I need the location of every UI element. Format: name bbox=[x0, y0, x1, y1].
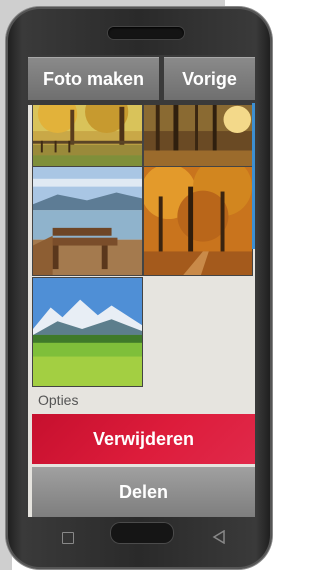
options-heading: Opties bbox=[38, 392, 79, 408]
alpine-meadow-photo[interactable] bbox=[32, 277, 143, 387]
screen: Foto maken Vorige Opties Verwijderen Del… bbox=[28, 55, 255, 517]
autumn-park-photo[interactable] bbox=[32, 101, 143, 167]
lake-bench-image bbox=[33, 167, 142, 275]
lake-bench-photo[interactable] bbox=[32, 166, 143, 276]
forest-sunbeams-image bbox=[144, 102, 252, 166]
autumn-park-image bbox=[33, 102, 142, 166]
autumn-forest-image bbox=[144, 167, 252, 275]
navigation-bar bbox=[28, 518, 255, 558]
square-icon[interactable] bbox=[62, 532, 74, 544]
delete-button[interactable]: Verwijderen bbox=[32, 414, 255, 464]
scroll-indicator[interactable] bbox=[252, 103, 255, 249]
earpiece-speaker bbox=[108, 27, 184, 39]
autumn-forest-photo[interactable] bbox=[143, 166, 253, 276]
grid-top-strip bbox=[28, 101, 255, 105]
home-button[interactable] bbox=[110, 522, 174, 544]
back-triangle-icon[interactable] bbox=[212, 530, 226, 544]
share-button[interactable]: Delen bbox=[32, 467, 255, 517]
alpine-meadow-image bbox=[33, 278, 142, 386]
previous-button[interactable]: Vorige bbox=[164, 57, 255, 100]
take-photo-button[interactable]: Foto maken bbox=[28, 57, 159, 100]
forest-sunbeams-photo[interactable] bbox=[143, 101, 253, 167]
